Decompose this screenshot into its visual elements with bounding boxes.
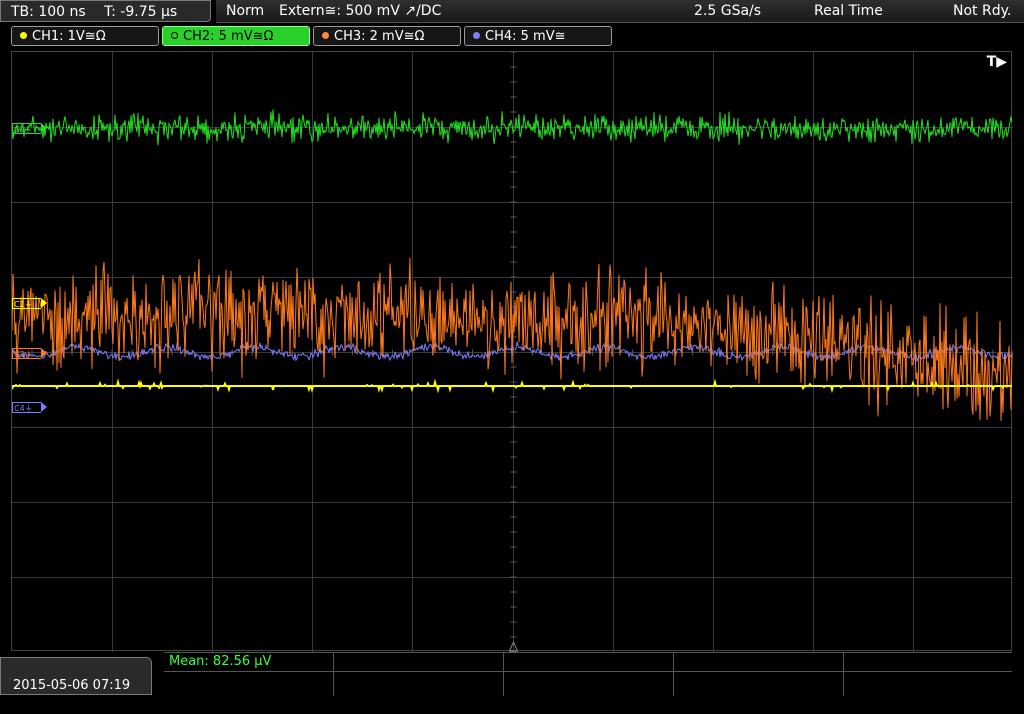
waveform-display[interactable]: T▶ C2⏚ C1⏚ C3⏚ C4⏚ xyxy=(11,51,1013,652)
ch2-dot-icon xyxy=(171,32,178,39)
ch3-ground-marker[interactable]: C3⏚ xyxy=(12,348,47,359)
timebase-box[interactable]: TB: 100 ns T: -9.75 µs xyxy=(0,0,211,22)
measurement-cell[interactable] xyxy=(844,653,1012,696)
ch3-waveform xyxy=(12,257,1013,421)
run-state: Not Rdy. xyxy=(953,3,1012,19)
mean-measurement[interactable]: Mean: 82.56 µV xyxy=(169,654,271,669)
trigger-position-marker[interactable]: T▶ xyxy=(987,54,1007,70)
measurement-cell[interactable]: Mean: 82.56 µV xyxy=(164,653,334,696)
trigger-time-label: T: -9.75 µs xyxy=(104,4,178,20)
status-bar: TB: 100 ns T: -9.75 µs Norm Extern≅: 500… xyxy=(0,0,1024,24)
ch4-ground-marker[interactable]: C4⏚ xyxy=(12,402,47,413)
waveform-canvas xyxy=(12,52,1013,652)
date-time: 2015-05-06 07:19 xyxy=(0,657,152,695)
channel-tab-ch4[interactable]: CH4: 5 mV≅ xyxy=(464,26,612,46)
ch4-dot-icon xyxy=(473,32,480,39)
measurement-cell[interactable] xyxy=(334,653,504,696)
ch4-label: CH4: 5 mV≅ xyxy=(485,29,566,44)
ch2-label: CH2: 5 mV≅Ω xyxy=(183,29,274,44)
trigger-source[interactable]: Extern≅: 500 mV ↗/DC xyxy=(279,0,441,22)
ch3-label: CH3: 2 mV≅Ω xyxy=(334,29,425,44)
measurement-panel: Mean: 82.56 µV xyxy=(164,652,1012,696)
channel-tabs: CH1: 1V≅Ω CH2: 5 mV≅Ω CH3: 2 mV≅Ω CH4: 5… xyxy=(0,26,1024,48)
ch3-dot-icon xyxy=(322,32,329,39)
channel-tab-ch3[interactable]: CH3: 2 mV≅Ω xyxy=(313,26,461,46)
trigger-mode[interactable]: Norm xyxy=(226,0,264,22)
channel-tab-ch1[interactable]: CH1: 1V≅Ω xyxy=(11,26,159,46)
channel-tab-ch2[interactable]: CH2: 5 mV≅Ω xyxy=(162,26,310,46)
measurement-cell[interactable] xyxy=(674,653,844,696)
acquisition-mode: Real Time xyxy=(814,3,883,19)
measurement-cell[interactable] xyxy=(504,653,674,696)
ch2-ground-marker[interactable]: C2⏚ xyxy=(12,123,47,134)
ch1-ground-marker[interactable]: C1⏚ xyxy=(12,298,47,309)
ch1-label: CH1: 1V≅Ω xyxy=(32,29,106,44)
ch1-dot-icon xyxy=(20,32,27,39)
timebase-label: TB: 100 ns xyxy=(11,4,86,20)
date-time-label: 2015-05-06 07:19 xyxy=(13,678,131,693)
sample-rate: 2.5 GSa/s xyxy=(694,3,762,19)
acquisition-status[interactable]: Norm Extern≅: 500 mV ↗/DC 2.5 GSa/s Real… xyxy=(216,0,1024,23)
